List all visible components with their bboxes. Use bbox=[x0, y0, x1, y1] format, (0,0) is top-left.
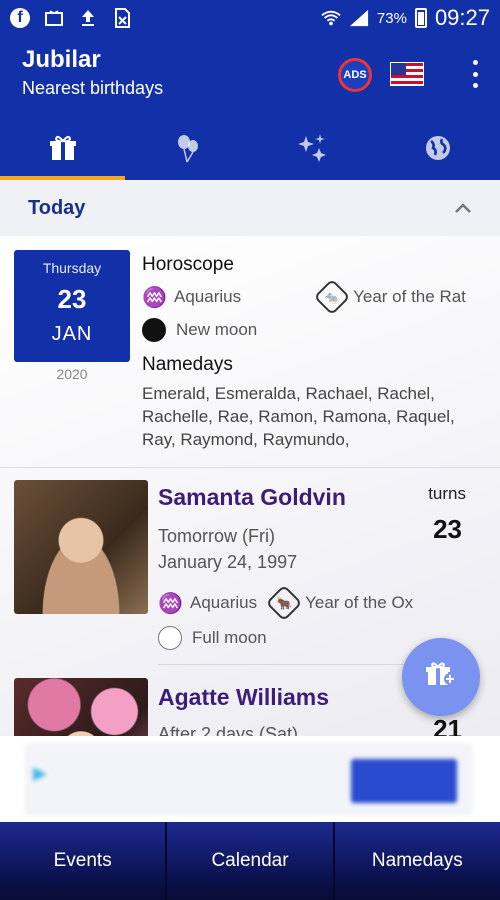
chinese-year: Year of the Rat bbox=[353, 287, 466, 306]
moon-row: Full moon bbox=[158, 626, 267, 650]
nav-namedays[interactable]: Namedays bbox=[335, 822, 500, 900]
today-card: Thursday 23 JAN 2020 Horoscope ♒ Aquariu… bbox=[0, 236, 500, 468]
ox-icon: 🐂 bbox=[265, 584, 303, 622]
horoscope-row: ♒ Aquarius 🐂 Year of the Ox bbox=[158, 584, 414, 622]
battery-icon bbox=[414, 8, 427, 28]
chevron-up-icon[interactable] bbox=[454, 197, 472, 220]
age-value: 21 bbox=[433, 714, 462, 736]
more-vert-icon[interactable] bbox=[470, 60, 480, 88]
signal-icon bbox=[349, 8, 369, 28]
status-bar: f 73% 09:27 bbox=[0, 0, 500, 36]
today-date-box: Thursday 23 JAN bbox=[14, 250, 130, 362]
ad-banner[interactable]: ▶ bbox=[0, 736, 500, 822]
new-moon-icon bbox=[142, 318, 166, 342]
wifi-icon bbox=[321, 8, 341, 28]
gift-icon bbox=[49, 134, 77, 169]
add-birthday-button[interactable] bbox=[402, 638, 480, 716]
upload-icon bbox=[78, 8, 98, 28]
app-header: f 73% 09:27 Jubilar Nearest birthdays AD… bbox=[0, 0, 500, 180]
us-flag-icon[interactable] bbox=[390, 62, 424, 86]
sim-off-icon bbox=[112, 8, 132, 28]
zodiac-sign: Aquarius bbox=[174, 287, 242, 306]
nav-events[interactable]: Events bbox=[0, 822, 168, 900]
section-header-today[interactable]: Today bbox=[0, 180, 500, 236]
avatar bbox=[14, 678, 148, 736]
today-weekday: Thursday bbox=[42, 260, 102, 276]
tab-celebrations[interactable] bbox=[125, 122, 250, 180]
moon-row: New moon bbox=[142, 318, 488, 342]
today-info: Horoscope ♒ Aquarius 🐀 Year of the Rat N… bbox=[142, 254, 488, 451]
tab-world[interactable] bbox=[375, 122, 500, 180]
moon-phase: Full moon bbox=[192, 628, 267, 647]
rat-icon: 🐀 bbox=[313, 278, 351, 316]
chinese-year: Year of the Ox bbox=[305, 593, 414, 612]
age-value: 23 bbox=[433, 514, 462, 544]
namedays-list: Emerald, Esmeralda, Rachael, Rachel, Rac… bbox=[142, 384, 455, 449]
section-title: Today bbox=[28, 196, 86, 219]
moon-phase: New moon bbox=[176, 320, 258, 339]
nav-calendar[interactable]: Calendar bbox=[167, 822, 335, 900]
ad-content[interactable]: ▶ bbox=[26, 744, 472, 814]
tv-icon bbox=[44, 8, 64, 28]
no-ads-icon[interactable]: ADS bbox=[338, 58, 372, 92]
turns-label: turns bbox=[428, 484, 466, 503]
bottom-nav: Events Calendar Namedays bbox=[0, 822, 500, 900]
balloons-icon bbox=[175, 133, 201, 170]
ad-logo-icon: ▶ bbox=[33, 763, 47, 783]
namedays-label: Namedays bbox=[142, 354, 233, 375]
person-name: Samanta Goldvin bbox=[158, 484, 346, 510]
today-year: 2020 bbox=[56, 366, 88, 382]
horoscope-row: ♒ Aquarius 🐀 Year of the Rat bbox=[142, 278, 488, 316]
today-day: 23 bbox=[57, 284, 87, 314]
relative-date: After 2 days (Sat) bbox=[158, 724, 299, 736]
tab-birthdays[interactable] bbox=[0, 122, 125, 180]
tab-events[interactable] bbox=[250, 122, 375, 180]
clock: 09:27 bbox=[434, 5, 490, 30]
birth-date: January 24, 1997 bbox=[158, 552, 298, 572]
add-gift-icon bbox=[426, 659, 456, 696]
person-name: Agatte Williams bbox=[158, 684, 330, 710]
today-month: JAN bbox=[51, 323, 93, 345]
aquarius-icon: ♒ bbox=[158, 592, 183, 615]
sparkles-icon bbox=[297, 133, 328, 169]
battery-percent: 73% bbox=[376, 9, 407, 27]
zodiac-sign: Aquarius bbox=[190, 593, 258, 612]
facebook-icon: f bbox=[10, 8, 30, 28]
tab-bar bbox=[0, 122, 500, 180]
full-moon-icon bbox=[158, 626, 182, 650]
aquarius-icon: ♒ bbox=[142, 286, 167, 309]
app-bar: Jubilar Nearest birthdays ADS bbox=[22, 46, 480, 106]
avatar bbox=[14, 480, 148, 614]
globe-icon bbox=[425, 135, 451, 168]
ad-cta-button[interactable] bbox=[351, 759, 457, 803]
horoscope-label: Horoscope bbox=[142, 254, 234, 275]
relative-date: Tomorrow (Fri) bbox=[158, 526, 275, 546]
